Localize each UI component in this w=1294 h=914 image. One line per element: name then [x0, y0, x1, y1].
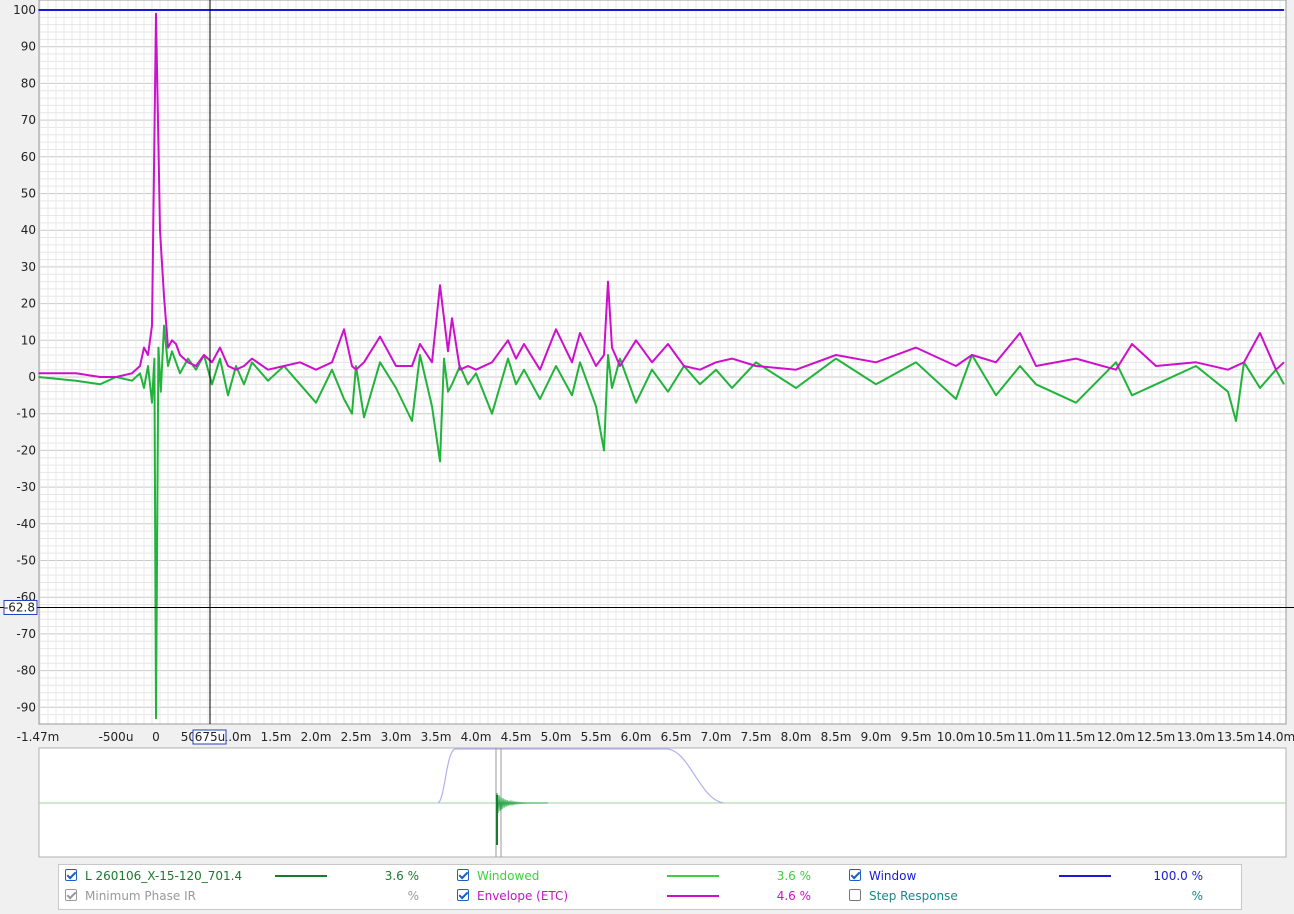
y-tick-label: 10: [21, 333, 36, 347]
legend-line-swatch[interactable]: [667, 875, 719, 877]
overview-strip[interactable]: [38, 747, 1287, 858]
y-tick-label: 40: [21, 223, 36, 237]
legend-item: Step Response%: [849, 886, 1229, 906]
x-tick-label: 13.5m: [1217, 730, 1255, 744]
legend: L 260106_X-15-120_701.4 3.6 % Windowed 3.6 …: [58, 864, 1242, 910]
legend-line-swatch[interactable]: [1059, 875, 1111, 877]
legend-percent: %: [407, 889, 419, 903]
legend-line-swatch[interactable]: [667, 895, 719, 897]
y-tick-label: 70: [21, 113, 36, 127]
x-tick-label: 7.5m: [741, 730, 772, 744]
x-tick-label: 12.5m: [1137, 730, 1175, 744]
y-tick-label: -40: [16, 517, 36, 531]
x-tick-label: 5.0m: [541, 730, 572, 744]
legend-line-swatch[interactable]: [275, 875, 327, 877]
legend-item: Envelope (ETC) 4.6 %: [457, 886, 837, 906]
x-tick-label: 11.5m: [1057, 730, 1095, 744]
x-tick-label: 8.0m: [781, 730, 812, 744]
y-tick-label: -10: [16, 407, 36, 421]
x-tick-label: 8.5m: [821, 730, 852, 744]
x-tick-label: 11.0m: [1017, 730, 1055, 744]
legend-percent: 4.6 %: [776, 889, 811, 903]
x-tick-label: 2.5m: [341, 730, 372, 744]
legend-checkbox[interactable]: [65, 869, 77, 881]
y-tick-label: 60: [21, 150, 36, 164]
x-tick-label: 3.5m: [421, 730, 452, 744]
y-tick-label: -70: [16, 627, 36, 641]
x-tick-label: 10.5m: [977, 730, 1015, 744]
legend-label: Window: [869, 869, 917, 883]
legend-percent: 3.6 %: [384, 869, 419, 883]
legend-percent: %: [1191, 889, 1203, 903]
y-tick-label: 0: [28, 370, 36, 384]
y-tick-label: -30: [16, 480, 36, 494]
impulse-response-chart[interactable]: 1009080706050403020100-10-20-30-40-50-60…: [0, 0, 1294, 862]
x-tick-label: 14.0m: [1257, 730, 1294, 744]
legend-percent: 100.0 %: [1153, 869, 1203, 883]
x-tick-label: -500u: [99, 730, 134, 744]
x-tick-label: -1.47m: [17, 730, 60, 744]
y-tick-label: -20: [16, 443, 36, 457]
cursor-y-readout: -62.8: [4, 600, 35, 614]
cursor-x-readout: 675u: [195, 730, 226, 744]
legend-label: Windowed: [477, 869, 540, 883]
x-tick-label: 3.0m: [381, 730, 412, 744]
y-tick-label: 100: [13, 3, 36, 17]
legend-item: Window 100.0 %: [849, 866, 1229, 886]
x-tick-label: 2.0m: [301, 730, 332, 744]
x-tick-label: 10.0m: [937, 730, 975, 744]
x-tick-label: 13.0m: [1177, 730, 1215, 744]
legend-label: Step Response: [869, 889, 958, 903]
x-tick-label: 5.5m: [581, 730, 612, 744]
legend-percent: 3.6 %: [776, 869, 811, 883]
x-tick-label: 12.0m: [1097, 730, 1135, 744]
y-tick-label: -90: [16, 700, 36, 714]
legend-checkbox[interactable]: [65, 889, 77, 901]
x-tick-label: 9.5m: [901, 730, 932, 744]
x-tick-label: 9.0m: [861, 730, 892, 744]
y-tick-label: 80: [21, 76, 36, 90]
y-tick-label: 30: [21, 260, 36, 274]
y-tick-label: 50: [21, 187, 36, 201]
y-tick-label: 90: [21, 40, 36, 54]
y-tick-label: -50: [16, 554, 36, 568]
legend-label: Minimum Phase IR: [85, 889, 196, 903]
x-tick-label: 0: [152, 730, 160, 744]
legend-item: Minimum Phase IR%: [65, 886, 445, 906]
legend-item: L 260106_X-15-120_701.4 3.6 %: [65, 866, 445, 886]
legend-label: L 260106_X-15-120_701.4: [85, 869, 243, 883]
y-tick-label: 20: [21, 297, 36, 311]
x-tick-label: 6.0m: [621, 730, 652, 744]
legend-checkbox[interactable]: [849, 889, 861, 901]
legend-item: Windowed 3.6 %: [457, 866, 837, 886]
legend-checkbox[interactable]: [849, 869, 861, 881]
x-tick-label: 6.5m: [661, 730, 692, 744]
y-tick-label: -80: [16, 664, 36, 678]
legend-checkbox[interactable]: [457, 869, 469, 881]
x-tick-label: 1.5m: [261, 730, 292, 744]
x-tick-label: 4.5m: [501, 730, 532, 744]
x-tick-label: 4.0m: [461, 730, 492, 744]
x-tick-label: 7.0m: [701, 730, 732, 744]
legend-checkbox[interactable]: [457, 889, 469, 901]
legend-label: Envelope (ETC): [477, 889, 569, 903]
